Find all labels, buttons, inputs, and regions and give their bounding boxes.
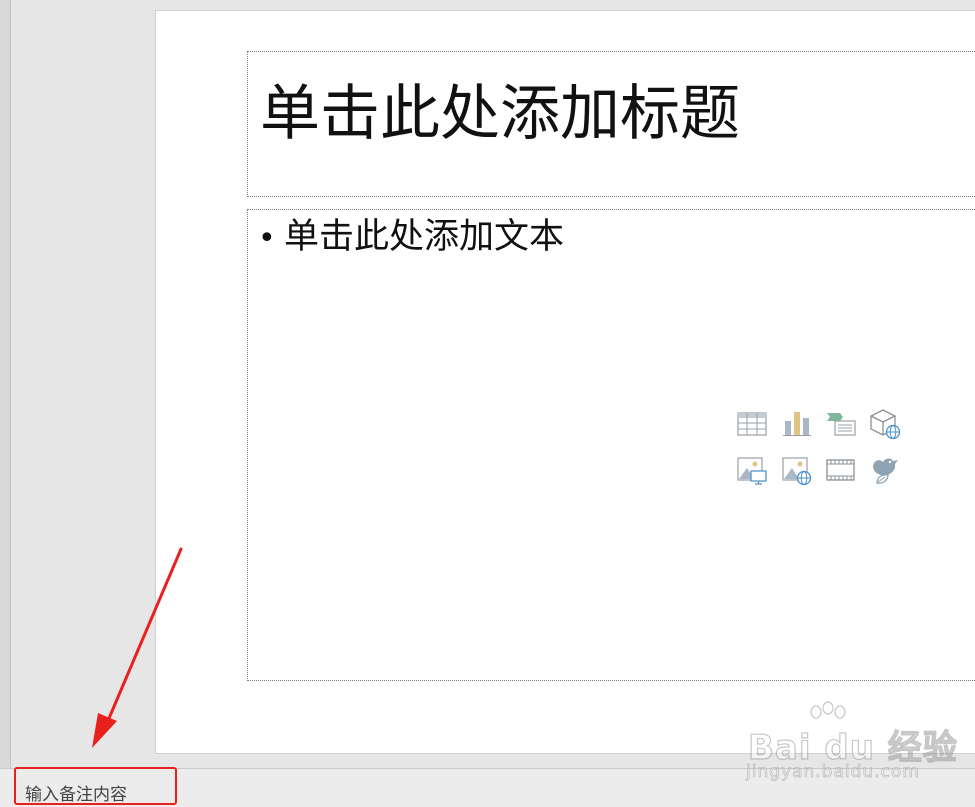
chart-icon[interactable]	[780, 407, 814, 441]
thumbnail-pane-edge	[0, 0, 11, 768]
3d-model-icon[interactable]	[868, 407, 902, 441]
title-placeholder[interactable]: 单击此处添加标题	[247, 51, 975, 197]
content-placeholder-text: 单击此处添加文本	[284, 217, 565, 257]
watermark-url: jingyan.baidu.com	[746, 762, 920, 783]
annotation-highlight-box	[14, 767, 177, 805]
baidu-jingyan-watermark: Bai du 经验 jingyan.baidu.com	[742, 700, 972, 790]
video-icon[interactable]	[824, 453, 858, 487]
bullet: •	[258, 221, 276, 256]
icons-icon[interactable]	[868, 453, 902, 487]
insert-content-icons	[735, 407, 915, 489]
content-placeholder-line: • 单击此处添加文本	[258, 216, 564, 258]
slide-canvas[interactable]: 单击此处添加标题 • 单击此处添加文本	[155, 10, 975, 754]
title-placeholder-text: 单击此处添加标题	[260, 79, 740, 149]
picture-icon[interactable]	[735, 453, 769, 487]
content-placeholder[interactable]: • 单击此处添加文本	[247, 209, 975, 681]
smartart-icon[interactable]	[824, 407, 858, 441]
table-icon[interactable]	[735, 407, 769, 441]
annotation-arrow-icon	[92, 547, 183, 748]
online-picture-icon[interactable]	[780, 453, 814, 487]
